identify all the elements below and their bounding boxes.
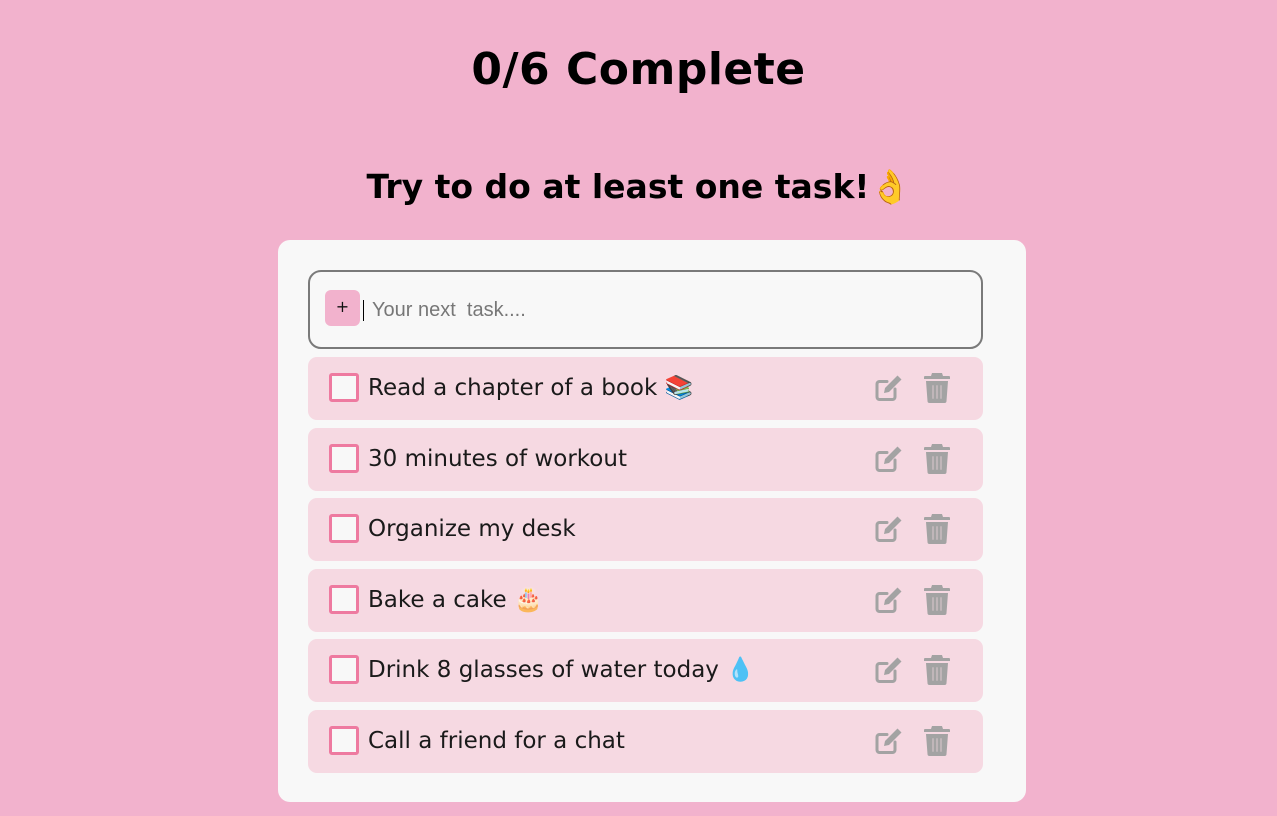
add-task-button[interactable]: + [325,290,360,326]
task-item: Drink 8 glasses of water today 💧 [308,639,983,702]
trash-icon[interactable] [924,654,950,685]
task-checkbox[interactable] [329,655,359,684]
task-item: Bake a cake 🎂 [308,568,983,632]
edit-icon[interactable] [874,585,904,615]
task-item: Call a friend for a chat [308,709,983,773]
edit-icon[interactable] [874,514,904,544]
task-text: Organize my desk [368,516,576,542]
task-checkbox[interactable] [329,514,359,543]
todo-card: + Read a chapter of a book 📚 30 minutes … [278,240,1026,802]
new-task-form[interactable]: + [308,270,983,349]
task-text: Drink 8 glasses of water today 💧 [368,657,755,683]
task-checkbox[interactable] [329,584,359,614]
task-text: Bake a cake 🎂 [368,586,543,613]
trash-icon[interactable] [924,372,950,403]
motivation-heading: Try to do at least one task!👌 [366,167,911,206]
task-item: 30 minutes of workout [308,427,983,491]
task-item: Organize my desk [308,498,983,561]
task-checkbox[interactable] [329,373,359,402]
task-checkbox[interactable] [329,443,359,473]
task-item: Read a chapter of a book 📚 [308,357,983,420]
task-text: Call a friend for a chat [368,727,625,754]
edit-icon[interactable] [874,444,904,474]
progress-title: 0/6 Complete [471,44,806,95]
task-checkbox[interactable] [329,725,359,755]
task-text: 30 minutes of workout [368,445,627,472]
edit-icon[interactable] [874,373,904,403]
trash-icon[interactable] [924,443,950,474]
task-text: Read a chapter of a book 📚 [368,375,694,401]
trash-icon[interactable] [924,584,950,615]
edit-icon[interactable] [874,655,904,685]
task-list: Read a chapter of a book 📚 30 minutes of… [308,357,983,780]
trash-icon[interactable] [924,513,950,544]
trash-icon[interactable] [924,725,950,756]
new-task-input[interactable] [372,292,962,328]
text-cursor [363,300,364,321]
edit-icon[interactable] [874,726,904,756]
